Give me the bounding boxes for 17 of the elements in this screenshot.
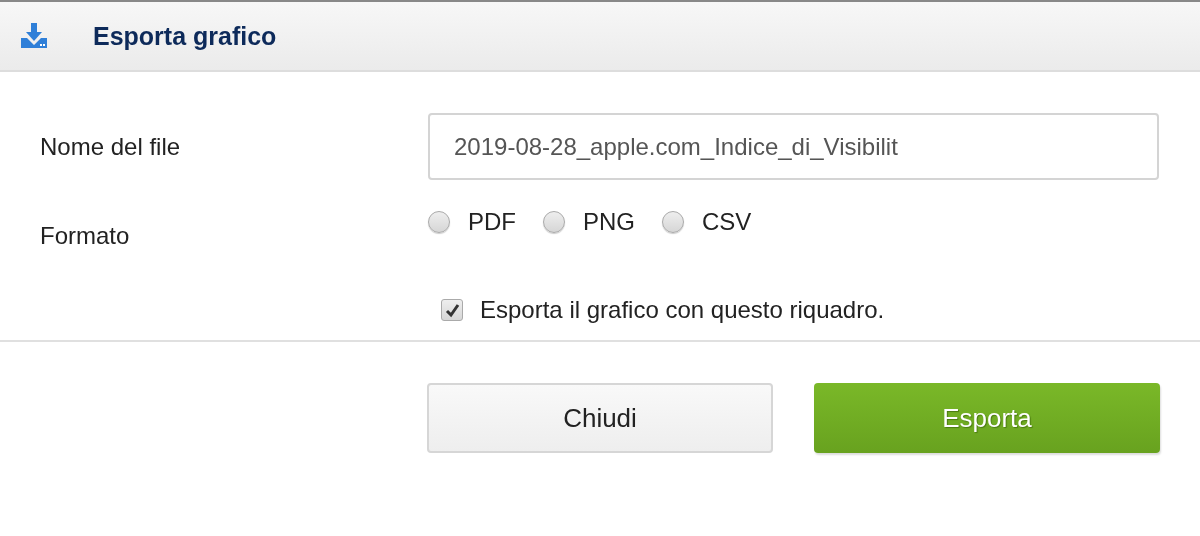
checkbox-label: Esporta il grafico con questo riquadro.: [480, 296, 885, 324]
field-label: Nome del file: [40, 132, 182, 161]
radio-button[interactable]: [428, 211, 450, 233]
close-button[interactable]: Chiudi: [427, 383, 773, 453]
download-icon: [20, 22, 48, 50]
field-label: Formato: [40, 222, 131, 250]
dialog-title: Esporta grafico: [93, 21, 277, 51]
radio-button[interactable]: [662, 211, 684, 233]
option-label: CSV: [702, 208, 752, 236]
option-label: PDF: [468, 208, 516, 236]
format-option[interactable]: PNG: [543, 208, 635, 236]
radio-button[interactable]: [543, 211, 565, 233]
checkbox[interactable]: [441, 299, 463, 321]
format-option[interactable]: PDF: [428, 208, 516, 236]
option-label: PNG: [583, 208, 635, 236]
filename-field[interactable]: 2019-08-28_apple.com_Indice_di_Visibilit: [428, 113, 1159, 180]
format-option[interactable]: CSV: [662, 208, 752, 236]
